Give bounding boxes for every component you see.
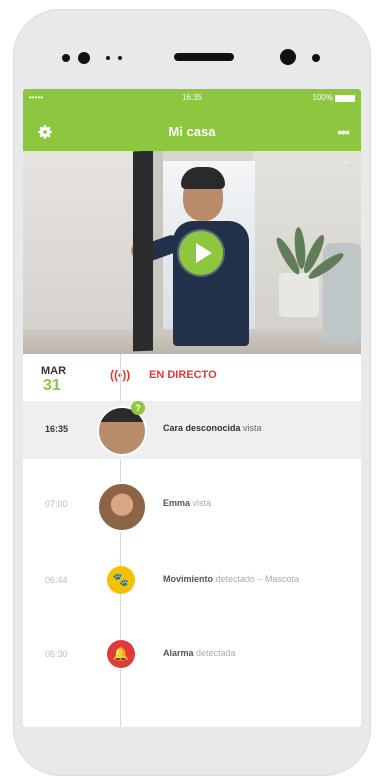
- sensor-dot: [118, 56, 122, 60]
- sensor-dot: [62, 54, 70, 62]
- date-month: MAR: [41, 365, 67, 377]
- video-frame-plant-pot: [279, 273, 319, 317]
- play-button[interactable]: [179, 231, 223, 275]
- video-frame-door: [133, 151, 153, 352]
- timeline-event[interactable]: 07:00 Emma vista: [23, 476, 361, 534]
- unknown-face-badge: ?: [131, 401, 145, 415]
- event-time: 07:00: [45, 499, 68, 509]
- status-time: 16:35: [181, 93, 203, 102]
- battery-icon: [335, 95, 355, 102]
- event-description: Emma vista: [163, 498, 211, 508]
- event-time: 06:30: [45, 649, 68, 659]
- timeline-event[interactable]: 06:44 🐾 Movimiento detectado – Mascota: [23, 552, 361, 610]
- app-header: ••••• 16:35 100% Mi casa •••: [23, 89, 361, 151]
- event-description: Movimiento detectado – Mascota: [163, 574, 299, 584]
- timeline-event[interactable]: 16:35 ? Cara desconocida vista: [23, 401, 361, 459]
- emma-avatar: [97, 482, 147, 532]
- event-description: Alarma detectada: [163, 648, 236, 658]
- live-label: EN DIRECTO: [149, 369, 217, 381]
- event-detail: detectada: [193, 648, 236, 658]
- event-timeline: MAR 31 ((•)) EN DIRECTO 16:35 ? Cara des…: [23, 354, 361, 727]
- video-player[interactable]: ⌄: [23, 151, 361, 354]
- video-frame-person-beanie: [181, 167, 225, 189]
- event-detail: detectado – Mascota: [213, 574, 300, 584]
- front-camera: [280, 49, 296, 65]
- phone-top-hardware: [14, 42, 370, 72]
- sensor-dot: [312, 54, 320, 62]
- event-detail: vista: [240, 423, 262, 433]
- app-screen: ••••• 16:35 100% Mi casa ••• ⌄ MAR 31 EN…: [23, 89, 361, 727]
- event-description: Cara desconocida vista: [163, 423, 262, 433]
- date-day: 31: [43, 377, 61, 394]
- alarm-icon: 🔔: [107, 640, 135, 668]
- event-time: 06:44: [45, 575, 68, 585]
- event-title: Movimiento: [163, 574, 214, 584]
- sensor-dot: [106, 56, 110, 60]
- paw-icon: 🐾: [107, 566, 135, 594]
- battery-percent: 100%: [312, 93, 333, 102]
- more-options-icon[interactable]: •••: [337, 124, 350, 140]
- chevron-down-icon[interactable]: ⌄: [341, 153, 351, 167]
- event-title: Emma: [163, 498, 191, 508]
- speaker-slot: [174, 53, 234, 61]
- page-title: Mi casa: [168, 124, 216, 139]
- status-bar: ••••• 16:35 100%: [23, 93, 361, 107]
- sensor-dot: [78, 52, 90, 64]
- live-row[interactable]: MAR 31 ((•)) EN DIRECTO: [23, 354, 361, 400]
- event-title: Alarma: [163, 648, 194, 658]
- timeline-event[interactable]: 06:30 🔔 Alarma detectada: [23, 626, 361, 684]
- event-title: Cara desconocida: [163, 423, 241, 433]
- event-detail: vista: [190, 498, 212, 508]
- event-time: 16:35: [45, 424, 69, 434]
